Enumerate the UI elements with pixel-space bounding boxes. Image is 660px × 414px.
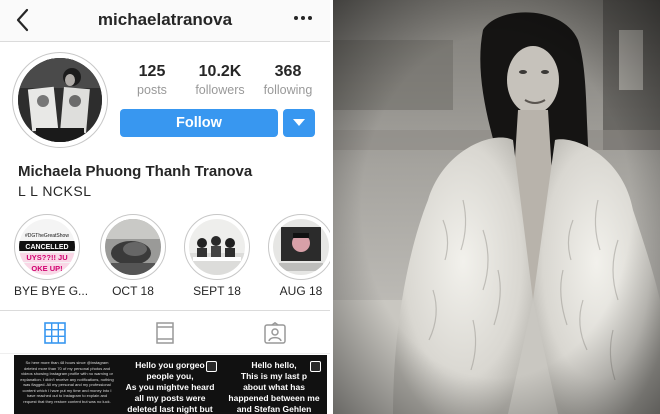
profile-tab-bar <box>0 310 330 354</box>
highlight-bye-bye[interactable]: #DGTheGreatShow CANCELLED UYS??!! JU OKE… <box>14 214 89 298</box>
highlight-ring <box>100 214 166 280</box>
highlight-aug-18[interactable]: AUG 18 <box>268 214 330 298</box>
multi-photo-icon <box>310 361 321 372</box>
highlight-cover-line-2: CANCELLED <box>25 244 68 251</box>
post-thumbnail[interactable]: Hello hello, This is my last p about wha… <box>221 355 327 414</box>
profile-bio: L L NCKSL <box>18 183 92 199</box>
followers-stat[interactable]: 10.2K followers <box>186 62 254 98</box>
following-count: 368 <box>274 63 302 80</box>
highlight-cover-line-1: #DGTheGreatShow <box>25 233 69 239</box>
portrait-photo <box>333 0 660 414</box>
tab-tagged[interactable] <box>220 311 330 355</box>
profile-username: michaelatranova <box>97 10 233 29</box>
post-text: So here more than 48 hours since @instag… <box>20 360 114 404</box>
post-text: Hello hello, This is my last p about wha… <box>228 360 320 414</box>
highlight-cover <box>273 219 329 275</box>
suggestions-dropdown-button[interactable] <box>283 109 315 137</box>
followers-label: followers <box>195 83 245 97</box>
top-bar: michaelatranova <box>0 0 330 42</box>
highlight-ring <box>184 214 250 280</box>
tab-grid[interactable] <box>0 311 110 355</box>
post-text: Hello you gorgeo people you, As you migh… <box>125 360 215 414</box>
highlight-sept-18[interactable]: SEPT 18 <box>184 214 250 298</box>
highlight-cover-line-3: UYS??!! JU <box>26 253 67 262</box>
highlight-label: SEPT 18 <box>193 284 241 298</box>
grid-icon <box>44 322 66 344</box>
triangle-down-icon <box>293 119 305 126</box>
following-label: following <box>263 83 313 97</box>
follow-button[interactable]: Follow <box>120 109 278 137</box>
profile-stats: 125 posts 10.2K followers 368 following <box>118 62 318 102</box>
highlight-cover <box>189 219 245 275</box>
highlight-oct-18[interactable]: OCT 18 <box>100 214 166 298</box>
avatar-photo <box>18 58 102 142</box>
multi-photo-icon <box>206 361 217 372</box>
highlight-cover <box>105 219 161 275</box>
posts-stat[interactable]: 125 posts <box>118 62 186 98</box>
feed-icon <box>156 322 174 344</box>
tagged-icon <box>264 322 286 344</box>
followers-count: 10.2K <box>198 63 242 80</box>
highlight-label: BYE BYE G... <box>14 284 89 298</box>
more-options-icon[interactable] <box>292 10 314 26</box>
posts-count: 125 <box>138 63 166 80</box>
highlight-label: AUG 18 <box>279 284 323 298</box>
highlight-ring: #DGTheGreatShow CANCELLED UYS??!! JU OKE… <box>14 214 80 280</box>
tab-feed[interactable] <box>110 311 220 355</box>
post-thumbnail[interactable]: Hello you gorgeo people you, As you migh… <box>117 355 223 414</box>
highlight-label: OCT 18 <box>112 284 154 298</box>
posts-label: posts <box>137 83 167 97</box>
post-thumbnail[interactable]: So here more than 48 hours since @instag… <box>14 355 120 414</box>
highlight-ring <box>268 214 330 280</box>
highlight-cover: #DGTheGreatShow CANCELLED UYS??!! JU OKE… <box>19 219 75 275</box>
profile-full-name: Michaela Phuong Thanh Tranova <box>18 163 253 180</box>
highlight-cover-line-4: OKE UP! <box>31 264 62 273</box>
instagram-profile-screenshot: michaelatranova 125 posts 10.2K follower… <box>0 0 330 414</box>
following-stat[interactable]: 368 following <box>254 62 322 98</box>
avatar[interactable] <box>12 52 108 148</box>
